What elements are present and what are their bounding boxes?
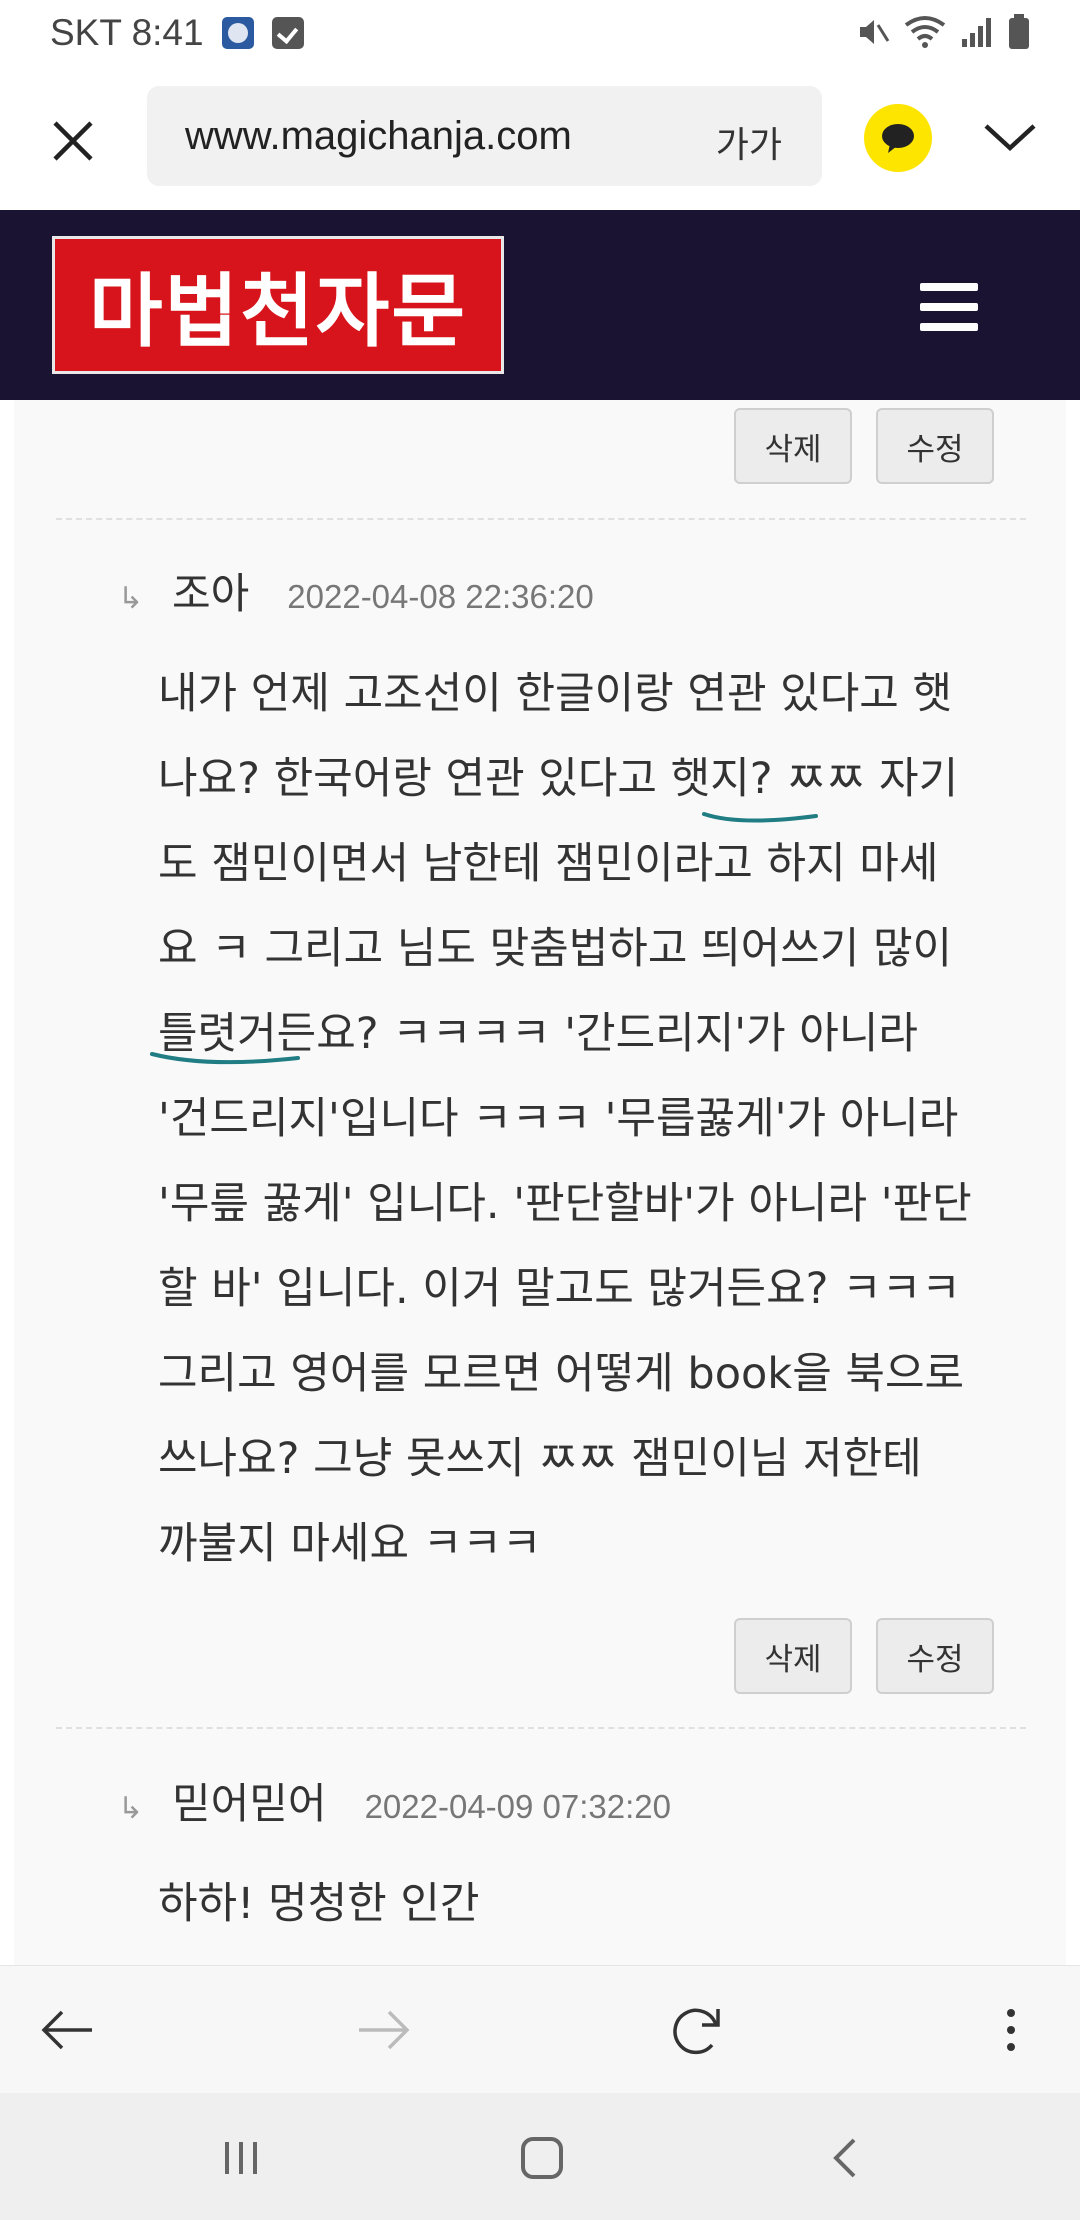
comment-line: 도 잼민이면서 남한테 잼민이라고 하지 마세	[158, 839, 939, 889]
back-button[interactable]	[32, 1994, 104, 2066]
comment-line: 요 ㅋ 그리고 님도 맞춤법하고 띄어쓰기 많이	[158, 924, 953, 974]
comment-author: 조아	[172, 569, 250, 618]
system-nav-bar	[0, 2093, 1080, 2220]
home-icon	[521, 2137, 563, 2179]
comment-line: 내가 언제 고조선이 한글이랑 연관 있다고 햇	[158, 669, 953, 719]
arrow-left-icon	[41, 2010, 92, 2050]
expand-menu-button[interactable]	[975, 102, 1045, 172]
system-back-button[interactable]	[810, 2123, 880, 2193]
reload-icon	[673, 2008, 720, 2055]
more-options-button[interactable]	[975, 1994, 1047, 2066]
signal-icon	[962, 18, 991, 47]
close-tab-button[interactable]	[40, 108, 106, 174]
site-logo[interactable]: 마법천자문	[52, 236, 504, 374]
edit-button[interactable]: 수정	[876, 1618, 994, 1694]
reply-arrow-icon: ↳	[118, 581, 144, 616]
comment-line: 할 바' 입니다. 이거 말고도 많거든요? ㅋㅋㅋ	[158, 1264, 961, 1314]
site-header: 마법천자문	[0, 210, 1080, 400]
reply-arrow-icon: ↳	[118, 1791, 144, 1826]
comment-date: 2022-04-08 22:36:20	[287, 578, 594, 615]
logo-text: 마법천자문	[89, 265, 467, 358]
browser-toolbar: www.magichanja.com 가가	[0, 66, 1080, 210]
more-vertical-icon	[1007, 2009, 1015, 2051]
chevron-left-icon	[833, 2138, 856, 2178]
status-bar: SKT 8:41	[0, 0, 1080, 66]
comment-actions: 삭제 수정	[734, 408, 994, 484]
menu-button[interactable]	[920, 283, 978, 331]
divider	[56, 1727, 1026, 1729]
comment-actions: 삭제 수정	[734, 1618, 994, 1694]
forward-button[interactable]	[347, 1994, 419, 2066]
arrow-right-icon	[359, 2010, 410, 2050]
comment-list: 삭제 수정 ↳ 조아 2022-04-08 22:36:20 내가 언제 고조선…	[14, 400, 1066, 1965]
comment-line: 쓰나요? 그냥 못쓰지 ㅉㅉ 잼민이님 저한테	[158, 1434, 922, 1484]
comment-line: 나요? 한국어랑 연관 있다고 햇지? ㅉㅉ 자기	[158, 754, 959, 804]
comment-text: 내가 언제 고조선이 한글이랑 연관 있다고 햇 나요? 한국어랑 연관 있다고…	[158, 652, 1038, 1587]
divider	[56, 518, 1026, 520]
wifi-icon	[904, 16, 946, 48]
chat-bubble-icon	[882, 124, 914, 153]
reload-button[interactable]	[661, 1994, 733, 2066]
browser-bottom-bar	[0, 1965, 1080, 2093]
status-time: SKT 8:41	[50, 12, 204, 53]
close-icon	[53, 121, 93, 161]
hamburger-icon	[920, 283, 978, 291]
checkbox-notification-icon	[271, 17, 304, 49]
text-size-button[interactable]: 가가	[716, 116, 782, 168]
recent-apps-icon	[225, 2142, 257, 2174]
battery-icon	[1009, 14, 1029, 49]
comment-author: 믿어믿어	[172, 1779, 327, 1828]
kakaotalk-share-button[interactable]	[864, 104, 932, 172]
comment-text: 하하! 멍청한 인간	[158, 1862, 1038, 1947]
app-notification-icon	[221, 17, 254, 49]
comment-line: '건드리지'입니다 ㅋㅋㅋ '무릅꿇게'가 아니라	[158, 1094, 959, 1144]
comment-line: 까불지 마세요 ㅋㅋㅋ	[158, 1519, 542, 1569]
comment-header: ↳ 믿어믿어 2022-04-09 07:32:20	[118, 1770, 671, 1831]
comment-line: 틀렷거든요? ㅋㅋㅋㅋ '간드리지'가 아니라	[158, 1009, 918, 1059]
address-bar[interactable]: www.magichanja.com 가가	[147, 86, 822, 186]
edit-button[interactable]: 수정	[876, 408, 994, 484]
home-button[interactable]	[507, 2123, 577, 2193]
comment-date: 2022-04-09 07:32:20	[364, 1788, 671, 1825]
mute-icon	[860, 20, 890, 44]
delete-button[interactable]: 삭제	[734, 408, 852, 484]
delete-button[interactable]: 삭제	[734, 1618, 852, 1694]
comment-line: 그리고 영어를 모르면 어떻게 book을 북으로	[158, 1349, 965, 1399]
recent-apps-button[interactable]	[206, 2123, 276, 2193]
chevron-down-icon	[984, 124, 1036, 152]
comment-line: '무릎 꿇게' 입니다. '판단할바'가 아니라 '판단	[158, 1179, 972, 1229]
comment-header: ↳ 조아 2022-04-08 22:36:20	[118, 560, 594, 621]
comment-line: 하하! 멍청한 인간	[158, 1879, 480, 1929]
url-text[interactable]: www.magichanja.com	[185, 114, 572, 159]
